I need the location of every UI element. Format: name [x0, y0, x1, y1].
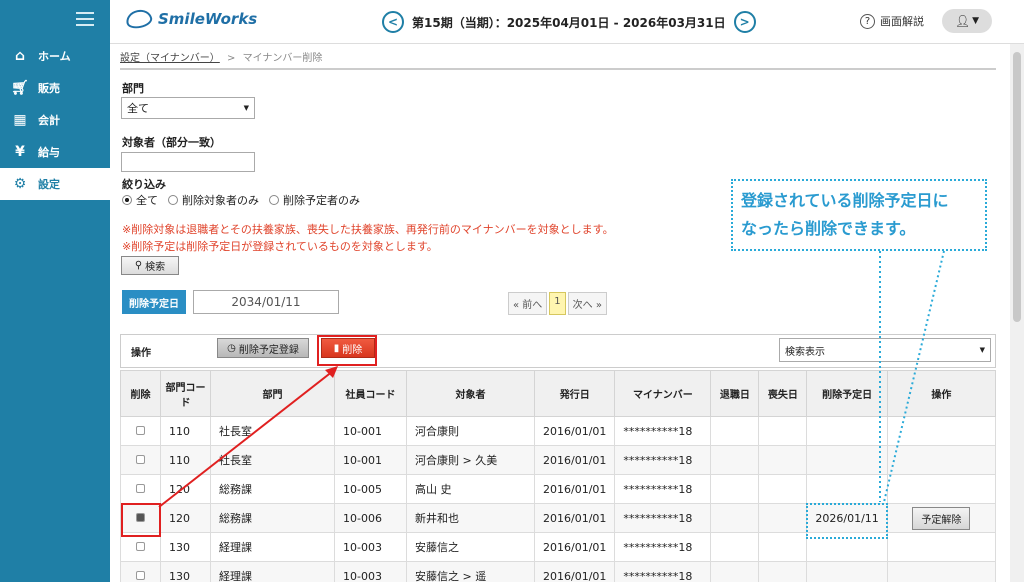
callout-line: 登録されている削除予定日に	[741, 191, 949, 210]
arrow-line	[158, 370, 334, 508]
annotation-arrow-layer	[158, 250, 945, 508]
callout-connector	[883, 250, 945, 503]
callout-note: 登録されている削除予定日に なったら削除できます。	[731, 179, 987, 251]
scrollbar-thumb[interactable]	[1013, 52, 1021, 322]
vertical-scrollbar[interactable]	[1010, 44, 1024, 582]
highlight-schedule-date-box	[806, 503, 888, 539]
callout-line: なったら削除できます。	[741, 219, 916, 238]
